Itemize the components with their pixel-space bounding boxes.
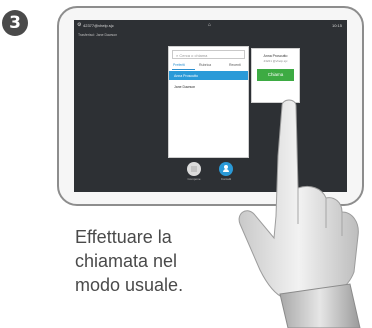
tab-recenti[interactable]: Recenti [229,63,241,67]
callee-address: 43221 @vhelp.sjc [263,59,288,63]
home-icon[interactable]: ⌂ [208,22,211,28]
keypad-icon [191,166,197,172]
call-panel: Anna Proscutto 43221 @vhelp.sjc Chiama [251,48,300,103]
status-bar: ⚙ 42377@vhelp.sjc ⌂ 10:15 [74,20,347,30]
search-placeholder: Cerca o chiama [179,53,208,58]
pointing-hand-illustration [238,99,361,328]
settings-icon[interactable]: ⚙ [77,22,81,28]
transfer-label: Trasferisci: Jane Dawson [78,33,118,37]
system-address: 42377@vhelp.sjc [83,23,114,28]
selected-tab-indicator [172,69,195,70]
contact-row[interactable]: Jane Dawson [169,82,248,91]
contact-row[interactable]: Anna Proscutto [169,71,248,80]
keypad-label: Compone [187,177,201,181]
instruction-text: Effettuare la chiamata nel modo usuale. [75,227,184,295]
clock: 10:15 [331,23,342,28]
tab-preferiti[interactable]: Preferiti [173,63,185,67]
tab-rubrica[interactable]: Rubrica [199,63,211,67]
person-icon [223,165,229,172]
keypad-button[interactable] [187,162,201,176]
search-input[interactable]: ⌕ Cerca o chiama [172,50,245,59]
contacts-tabs: Preferiti Rubrica Recenti [169,62,248,70]
callee-name: Anna Proscutto [263,54,288,58]
step-number-badge: 3 [2,10,28,36]
call-button[interactable]: Chiama [257,69,294,81]
